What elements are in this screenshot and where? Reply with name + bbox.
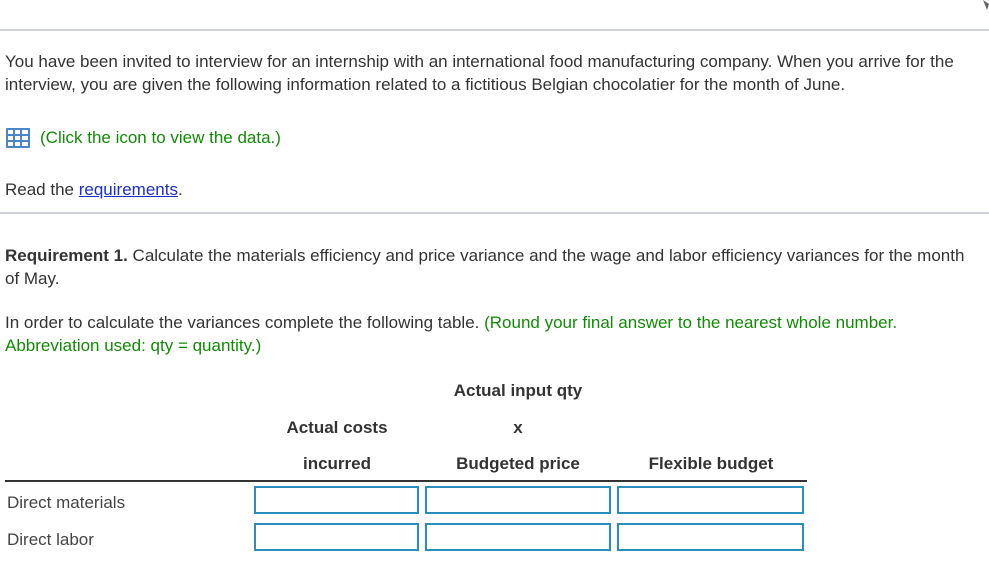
row-label-direct-materials: Direct materials [7,493,126,512]
scroll-corner-icon [983,0,989,10]
header-actual-input-qty: Actual input qty [453,381,583,400]
requirement-1-text: Calculate the materials efficiency and p… [5,246,965,288]
header-flexible-budget: Flexible budget [648,454,774,473]
grid-icon[interactable] [5,127,31,149]
row-label-direct-labor: Direct labor [7,530,94,549]
read-prefix: Read the [5,180,79,199]
top-divider [0,29,989,31]
instruction-text: In order to calculate the variances comp… [5,313,485,332]
read-suffix: . [177,180,183,199]
header-incurred: incurred [302,454,372,473]
intro-paragraph: You have been invited to interview for a… [5,52,954,94]
dm-flexible-budget-input[interactable] [617,486,804,514]
read-requirements: Read the requirements. [5,178,183,201]
header-actual-costs: Actual costs [286,418,388,437]
dm-actual-input-budgeted-price-input[interactable] [425,486,611,514]
instruction: In order to calculate the variances comp… [5,311,980,357]
requirements-link[interactable]: requirements [79,180,178,199]
section-divider [0,212,989,214]
requirement-1: Requirement 1. Calculate the materials e… [5,244,965,290]
dl-flexible-budget-input[interactable] [617,523,804,551]
table-header-rule [5,480,807,482]
requirement-1-label: Requirement 1. [5,246,128,265]
dl-actual-costs-input[interactable] [254,523,419,551]
dm-actual-costs-input[interactable] [254,486,419,514]
header-times: x [513,418,523,437]
view-data-link[interactable]: (Click the icon to view the data.) [40,126,281,149]
view-data-row[interactable]: (Click the icon to view the data.) [5,126,281,149]
header-budgeted-price: Budgeted price [456,454,580,473]
dl-actual-input-budgeted-price-input[interactable] [425,523,611,551]
